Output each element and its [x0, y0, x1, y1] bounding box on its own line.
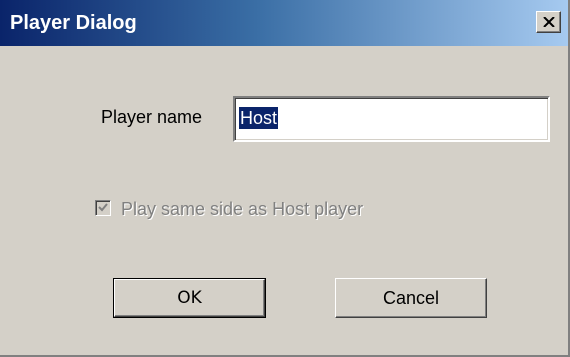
same-side-label: Play same side as Host player [121, 199, 364, 219]
checkmark-icon [98, 203, 108, 212]
ok-button[interactable]: OK [113, 278, 266, 318]
window-title: Player Dialog [10, 12, 137, 34]
player-dialog-window: Player Dialog Player name Host Play same… [0, 0, 570, 357]
player-name-value: Host [239, 107, 279, 129]
player-name-input[interactable]: Host [233, 96, 550, 142]
close-button[interactable] [536, 11, 561, 33]
cancel-button-label: Cancel [382, 288, 440, 308]
ok-button-label: OK [177, 288, 202, 308]
close-icon [543, 17, 555, 27]
cancel-button[interactable]: Cancel [335, 278, 487, 318]
player-name-label: Player name [101, 107, 203, 127]
same-side-checkbox[interactable] [95, 200, 111, 216]
title-bar[interactable]: Player Dialog [0, 0, 568, 46]
